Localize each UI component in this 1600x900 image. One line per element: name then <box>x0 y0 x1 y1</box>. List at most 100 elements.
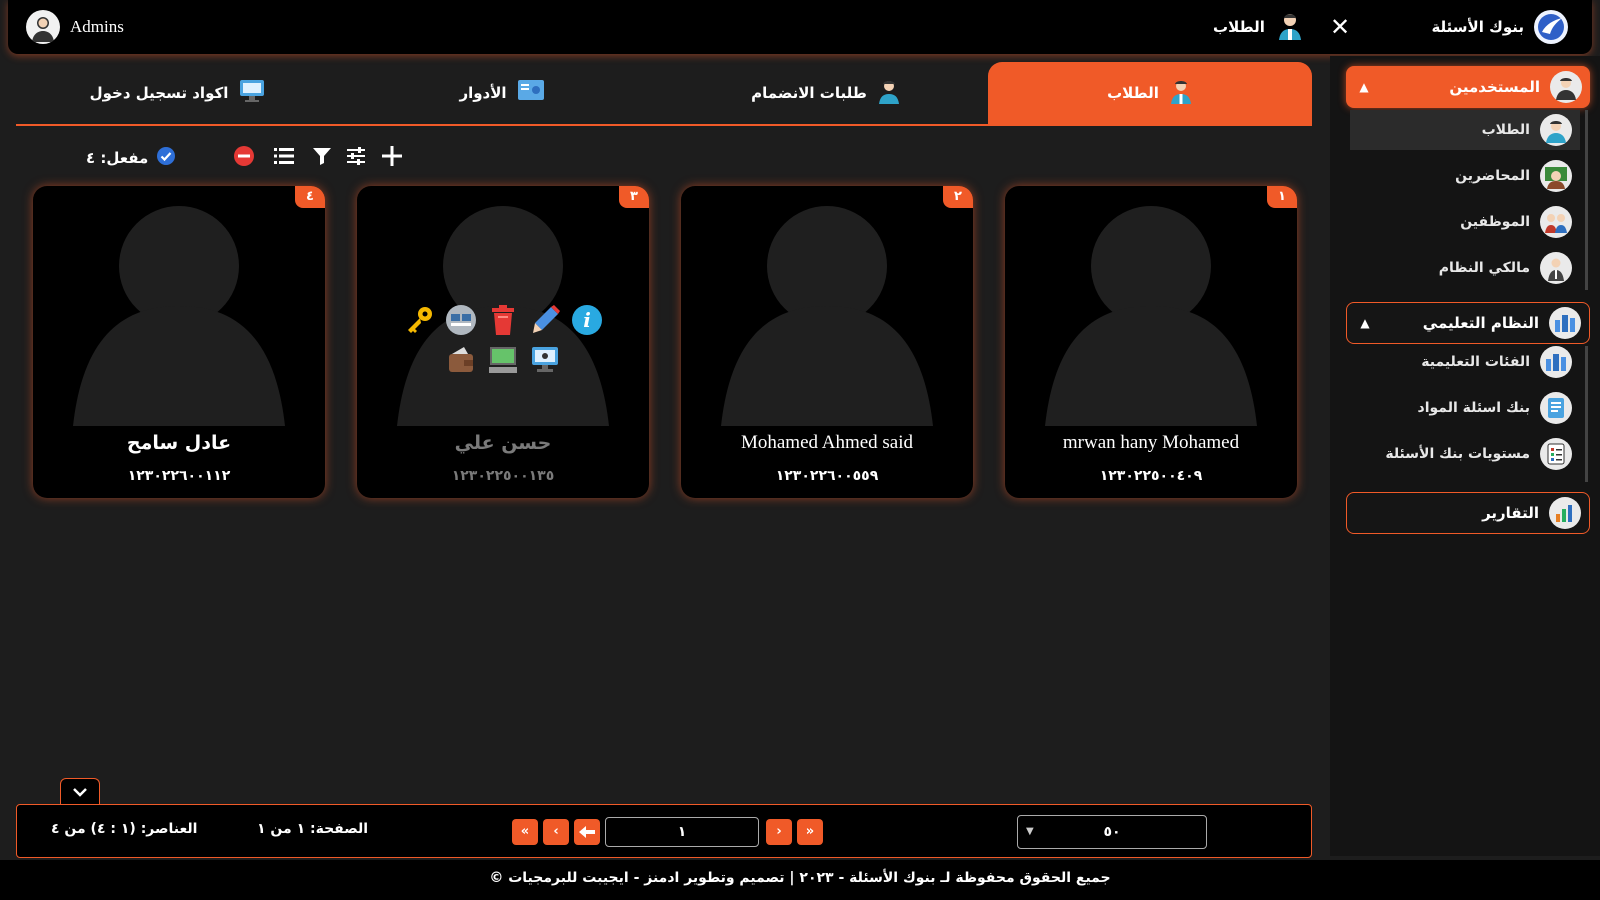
sidebar-item-label: الفئات التعليمية <box>1421 354 1530 370</box>
student-name: mrwan hany Mohamed <box>1062 432 1240 453</box>
sidebar-item-lecturers[interactable]: المحاضرين <box>1350 156 1580 196</box>
sidebar-rail <box>1585 346 1588 482</box>
current-page-indicator: الطلاب <box>1213 10 1305 44</box>
key-icon[interactable] <box>403 304 435 336</box>
sidebar-group-users[interactable]: المستخدمين ▲ <box>1346 66 1590 108</box>
sidebar-group-label: المستخدمين <box>1449 78 1540 96</box>
list-view-icon[interactable] <box>270 142 298 170</box>
sidebar-item-employees[interactable]: الموظفين <box>1350 202 1580 242</box>
sidebar: المستخدمين ▲ الطلاب المحاضرين الموظفين م… <box>1330 56 1600 856</box>
tab-label: الأدوار <box>459 84 507 102</box>
filter-icon[interactable] <box>308 142 336 170</box>
student-card[interactable]: ١ mrwan hany Mohamed ١٢٣٠٢٢٥٠٠٤٠٩ <box>1005 186 1297 498</box>
lecturer-icon <box>1540 160 1572 192</box>
user-menu[interactable]: Admins <box>26 10 124 44</box>
student-code: ١٢٣٠٢٢٥٠٠٤٠٩ <box>1099 468 1203 484</box>
student-code: ١٢٣٠٢٢٥٠٠١٣٥ <box>451 468 555 484</box>
svg-text:i: i <box>583 308 591 332</box>
first-page-button[interactable]: » <box>797 819 823 845</box>
sidebar-group-education-system[interactable]: النظام التعليمي ▲ <box>1346 302 1590 344</box>
reports-icon <box>1549 497 1581 529</box>
student-name: عادل سامح <box>126 432 232 454</box>
categories-icon <box>1540 346 1572 378</box>
current-page-title: الطلاب <box>1213 18 1265 36</box>
card-index-badge: ٣ <box>619 186 649 208</box>
sidebar-item-question-bank-levels[interactable]: مستويات بنك الأسئلة <box>1350 434 1580 474</box>
copyright-text: © جميع الحقوق محفوظة لـ بنوك الأسئلة - ٢… <box>489 870 1111 886</box>
card-index-badge: ١ <box>1267 186 1297 208</box>
chevron-up-icon[interactable]: ▲ <box>1355 316 1375 330</box>
roles-icon <box>517 78 545 108</box>
info-icon[interactable]: i <box>571 304 603 336</box>
sidebar-item-system-owners[interactable]: مالكي النظام <box>1350 248 1580 288</box>
login-code-icon[interactable] <box>529 344 561 376</box>
items-range-label: العناصر: (١ : ٤) من ٤ <box>51 821 198 837</box>
delete-icon[interactable] <box>487 304 519 336</box>
user-name: Admins <box>70 17 124 36</box>
toolbar: مفعل: ٤ <box>0 142 1300 172</box>
sidebar-rail <box>1585 110 1588 290</box>
tab-students-active[interactable]: الطلاب <box>988 62 1312 124</box>
levels-icon <box>1540 438 1572 470</box>
student-card[interactable]: ٤ عادل سامح ١٢٣٠٢٢٦٠٠١١٢ <box>33 186 325 498</box>
question-bank-icon <box>1540 392 1572 424</box>
sidebar-item-label: مستويات بنك الأسئلة <box>1385 446 1530 462</box>
tab-roles[interactable]: الأدوار <box>340 62 664 124</box>
tab-login-codes[interactable]: اكواد تسجيل دخول <box>16 62 340 124</box>
student-name: حسن علي <box>454 432 552 454</box>
footer: © جميع الحقوق محفوظة لـ بنوك الأسئلة - ٢… <box>0 860 1600 900</box>
login-code-icon <box>238 78 266 108</box>
sidebar-item-subject-question-bank[interactable]: بنك اسئلة المواد <box>1350 388 1580 428</box>
enabled-count-label: مفعل: ٤ <box>86 149 149 167</box>
wallet-icon[interactable] <box>445 344 477 376</box>
sidebar-group-reports[interactable]: التقارير <box>1346 492 1590 534</box>
tab-join-requests[interactable]: طلبات الانضمام <box>664 62 988 124</box>
sliders-icon[interactable] <box>342 142 370 170</box>
sidebar-item-students[interactable]: الطلاب <box>1350 110 1580 150</box>
go-page-button[interactable] <box>574 819 600 845</box>
tab-label: اكواد تسجيل دخول <box>89 84 229 102</box>
pagination-bar: العناصر: (١ : ٤) من ٤ الصفحة: ١ من ١ « ‹… <box>16 804 1312 858</box>
join-request-icon <box>877 78 901 108</box>
student-code: ١٢٣٠٢٢٦٠٠١١٢ <box>127 468 231 484</box>
close-icon[interactable]: ✕ <box>1326 13 1354 41</box>
edit-icon[interactable] <box>529 304 561 336</box>
card-index-badge: ٢ <box>943 186 973 208</box>
student-code: ١٢٣٠٢٢٦٠٠٥٥٩ <box>775 468 879 484</box>
check-circle-icon <box>156 146 176 170</box>
brand-logo-icon <box>1534 10 1568 44</box>
chevron-up-icon[interactable]: ▲ <box>1354 80 1374 94</box>
page-number-input[interactable]: ١ <box>605 817 759 847</box>
sidebar-item-label: الموظفين <box>1460 214 1530 230</box>
student-card[interactable]: ٢ Mohamed Ahmed said ١٢٣٠٢٢٦٠٠٥٥٩ <box>681 186 973 498</box>
last-page-button[interactable]: « <box>512 819 538 845</box>
next-page-button[interactable]: ‹ <box>543 819 569 845</box>
admin-avatar-icon <box>26 10 60 44</box>
card-index-badge: ٤ <box>295 186 325 208</box>
student-icon <box>1169 78 1193 108</box>
student-card[interactable]: ٣ i حسن علي ١٢٣٠٢٢٥٠٠١٣٥ <box>357 186 649 498</box>
sidebar-group-label: التقارير <box>1482 504 1539 522</box>
previous-page-button[interactable]: › <box>766 819 792 845</box>
sidebar-item-label: المحاضرين <box>1455 168 1530 184</box>
sidebar-item-label: الطلاب <box>1481 122 1530 138</box>
computer-icon[interactable] <box>487 344 519 376</box>
page-size-value: ٥٠ <box>1103 824 1121 840</box>
sessions-icon[interactable] <box>445 304 477 336</box>
top-bar: Admins الطلاب ✕ بنوك الأسئلة <box>8 0 1592 54</box>
brand[interactable]: بنوك الأسئلة <box>1431 10 1568 44</box>
sidebar-item-educational-categories[interactable]: الفئات التعليمية <box>1350 342 1580 382</box>
add-icon[interactable] <box>378 142 406 170</box>
owner-icon <box>1540 252 1572 284</box>
deactivate-icon[interactable] <box>230 142 258 170</box>
tab-underline <box>16 124 1312 126</box>
page-size-select[interactable]: ▼ ٥٠ <box>1017 815 1207 849</box>
users-icon <box>1550 71 1582 103</box>
education-system-icon <box>1549 307 1581 339</box>
sidebar-item-label: مالكي النظام <box>1438 260 1530 276</box>
enabled-filter[interactable]: مفعل: ٤ <box>86 146 176 170</box>
sidebar-group-label: النظام التعليمي <box>1422 314 1539 332</box>
chevron-down-icon[interactable] <box>60 778 100 804</box>
tab-label: طلبات الانضمام <box>751 84 867 102</box>
tab-bar: الطلاب طلبات الانضمام الأدوار اكواد تسجي… <box>16 62 1312 126</box>
